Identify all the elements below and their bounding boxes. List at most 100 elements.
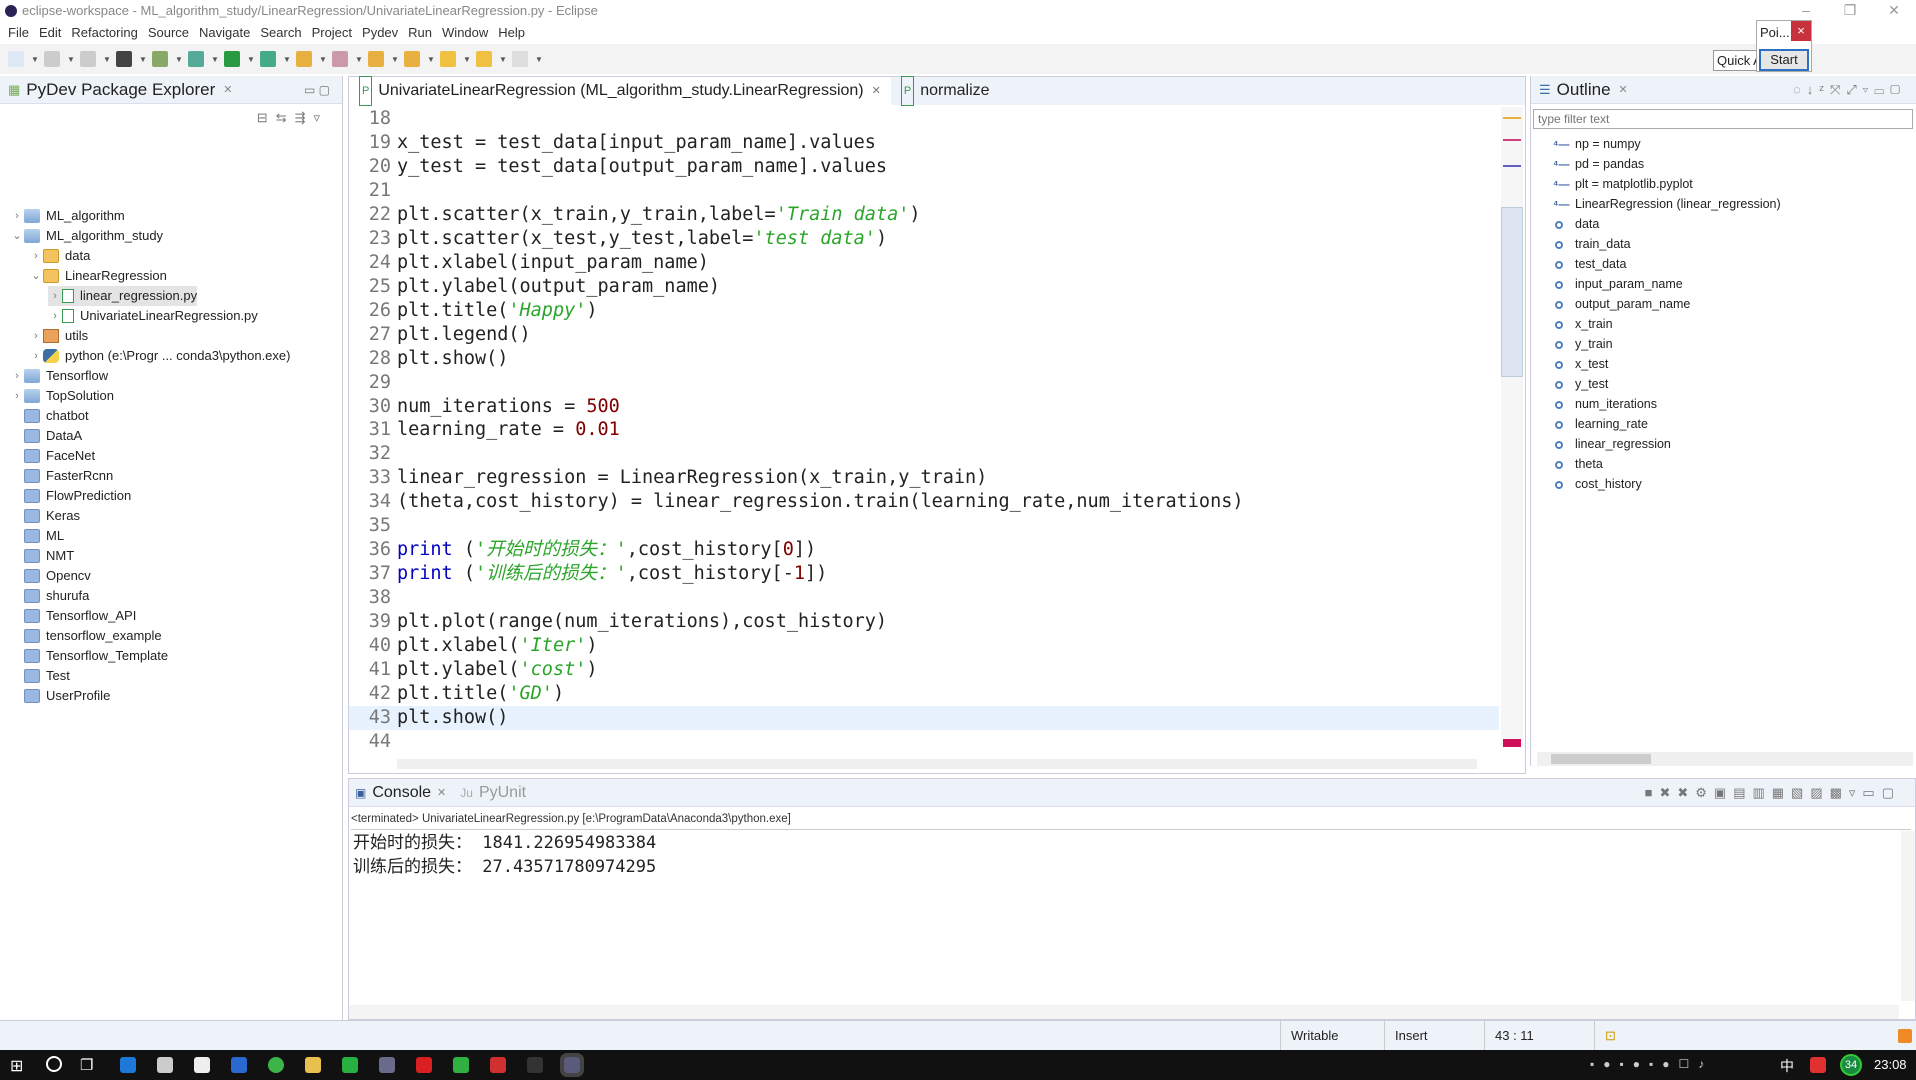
dropdown-arrow-icon[interactable]: ▼ [67,55,75,64]
code-line[interactable]: 41 plt.ylabel('cost') [349,658,1499,682]
dropdown-arrow-icon[interactable]: ▼ [355,55,363,64]
code-line[interactable]: 34 (theta,cost_history) = linear_regressi… [349,490,1499,514]
tree-item[interactable]: FasterRcnn [10,466,113,486]
toolbar-button[interactable] [80,51,96,67]
toolbar-button[interactable] [476,51,492,67]
tree-item[interactable]: NMT [10,546,74,566]
dropdown-arrow-icon[interactable]: ▼ [103,55,111,64]
system-tray-icons[interactable]: ▪●▪●▪●☐♪ [1590,1057,1810,1073]
expand-arrow-icon[interactable]: › [10,386,24,406]
code-line[interactable]: 37 print ('训练后的损失：',cost_history[-1]) [349,562,1499,586]
outline-toolbar[interactable]: ◌↓ᶻ⤧⤢▿▭▢ [1793,82,1906,98]
menu-window[interactable]: Window [440,24,496,44]
app-icon[interactable] [342,1057,358,1073]
menu-file[interactable]: File [6,24,37,44]
maximize-button[interactable]: ❐ [1830,0,1870,22]
expand-arrow-icon[interactable]: › [48,306,62,326]
dropdown-arrow-icon[interactable]: ▼ [535,55,543,64]
code-line[interactable]: 24 plt.xlabel(input_param_name) [349,251,1499,275]
code-line[interactable]: 28 plt.show() [349,347,1499,371]
outline-item[interactable]: x_train [1553,314,1613,334]
toolbar-button[interactable] [8,51,24,67]
package-explorer-title[interactable]: PyDev Package Explorer [26,80,215,100]
toolbar-button[interactable] [404,51,420,67]
tree-item[interactable]: shurufa [10,586,89,606]
outline-item[interactable]: linear_regression [1553,434,1671,454]
tree-item[interactable]: ⌄ LinearRegression [29,266,167,286]
close-tab-icon[interactable]: ✕ [872,77,881,105]
tab-pyunit[interactable]: PyUnit [479,784,526,802]
code-line[interactable]: 25 plt.ylabel(output_param_name) [349,275,1499,299]
toolbar-button[interactable] [296,51,312,67]
eclipse-taskbar-icon[interactable] [560,1053,584,1077]
pdf-icon[interactable] [416,1057,432,1073]
dropdown-arrow-icon[interactable]: ▼ [427,55,435,64]
code-line[interactable]: 31 learning_rate = 0.01 [349,418,1499,442]
menu-project[interactable]: Project [310,24,360,44]
tree-item[interactable]: › Tensorflow [10,366,108,386]
search-icon[interactable] [46,1056,62,1072]
code-line[interactable]: 42 plt.title('GD') [349,682,1499,706]
close-window-button[interactable]: ✕ [1874,0,1914,22]
menu-search[interactable]: Search [258,24,309,44]
close-tab-icon[interactable]: ✕ [223,83,232,96]
expand-arrow-icon[interactable]: › [29,346,43,366]
dropdown-arrow-icon[interactable]: ▼ [247,55,255,64]
app-icon[interactable] [527,1057,543,1073]
code-line[interactable]: 30 num_iterations = 500 [349,395,1499,419]
outline-item[interactable]: test_data [1553,254,1626,274]
editor-tab[interactable]: Pnormalize [891,76,1000,106]
code-line[interactable]: 43 plt.show() [349,705,1499,730]
code-line[interactable]: 22 plt.scatter(x_train,y_train,label='Tra… [349,203,1499,227]
outline-item[interactable]: y_test [1553,374,1608,394]
app-icon[interactable] [231,1057,247,1073]
menu-edit[interactable]: Edit [37,24,69,44]
tree-item[interactable]: FaceNet [10,446,95,466]
toolbar-button[interactable] [440,51,456,67]
sogou-icon[interactable] [1810,1057,1826,1073]
tree-item[interactable]: › TopSolution [10,386,114,406]
tree-item[interactable]: Opencv [10,566,91,586]
menu-refactoring[interactable]: Refactoring [69,24,145,44]
menu-navigate[interactable]: Navigate [197,24,258,44]
outline-item[interactable]: train_data [1553,234,1631,254]
code-line[interactable]: 20 y_test = test_data[output_param_name].… [349,155,1499,179]
code-line[interactable]: 18 [349,107,1499,131]
tree-item[interactable]: ML [10,526,64,546]
toolbar-button[interactable] [512,51,528,67]
console-vertical-scrollbar[interactable] [1901,831,1915,1001]
tree-item[interactable]: ⌄ ML_algorithm_study [10,226,163,246]
tray-badge[interactable]: 34 [1840,1054,1862,1076]
tree-item[interactable]: Keras [10,506,80,526]
dropdown-arrow-icon[interactable]: ▼ [391,55,399,64]
code-line[interactable]: 32 [349,442,1499,466]
minimize-button[interactable]: – [1786,0,1826,22]
code-line[interactable]: 29 [349,371,1499,395]
toolbar-button[interactable] [260,51,276,67]
expand-arrow-icon[interactable]: › [48,286,62,306]
outline-item[interactable]: ⁴— np = numpy [1553,134,1641,154]
code-line[interactable]: 39 plt.plot(range(num_iterations),cost_hi… [349,610,1499,634]
dropdown-arrow-icon[interactable]: ▼ [499,55,507,64]
code-line[interactable]: 35 [349,514,1499,538]
notification-icon[interactable] [1898,1029,1912,1043]
tree-item[interactable]: FlowPrediction [10,486,131,506]
windows-start-icon[interactable]: ⊞ [10,1056,23,1076]
tree-item[interactable]: › data [29,246,90,266]
outline-item[interactable]: input_param_name [1553,274,1683,294]
tree-item[interactable]: chatbot [10,406,89,426]
dropdown-arrow-icon[interactable]: ▼ [31,55,39,64]
tree-item[interactable]: › UnivariateLinearRegression.py [48,306,258,326]
code-line[interactable]: 19 x_test = test_data[input_param_name].v… [349,131,1499,155]
tree-item[interactable]: Tensorflow_Template [10,646,168,666]
menu-run[interactable]: Run [406,24,440,44]
code-line[interactable]: 26 plt.title('Happy') [349,299,1499,323]
code-line[interactable]: 21 [349,179,1499,203]
app-icon[interactable] [453,1057,469,1073]
outline-item[interactable]: x_test [1553,354,1608,374]
toolbar-button[interactable] [332,51,348,67]
outline-item[interactable]: ⁴— pd = pandas [1553,154,1644,174]
expand-arrow-icon[interactable]: ⌄ [29,266,43,286]
popup-close-button[interactable]: × [1791,21,1811,41]
explorer-toolbar[interactable]: ⊟⇆⇶▿ [257,110,328,126]
